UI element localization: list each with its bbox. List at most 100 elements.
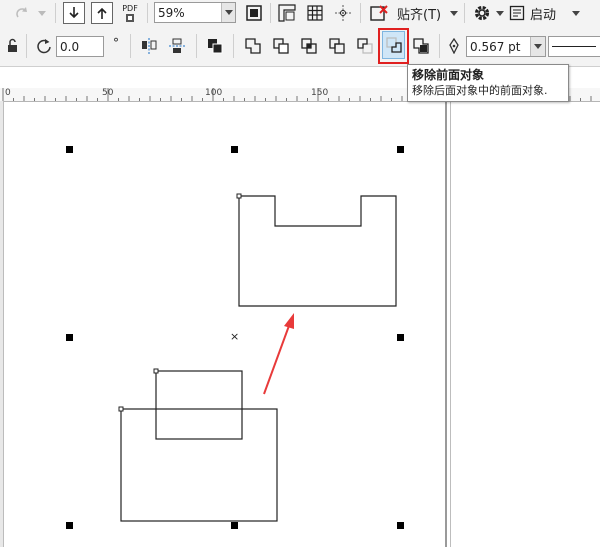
create-boundary-button[interactable]	[410, 35, 432, 57]
weld-icon	[245, 38, 261, 54]
annotation-arrow-head	[284, 313, 294, 329]
selection-handle-middle-left[interactable]	[66, 334, 73, 341]
show-guidelines-button[interactable]	[332, 2, 354, 24]
separator	[439, 34, 440, 58]
highlight-frame	[378, 28, 409, 64]
chevron-down-icon	[534, 44, 542, 49]
snap-off-icon	[370, 5, 388, 21]
grid-icon	[307, 5, 323, 21]
tooltip-description: 移除后面对象中的前面对象.	[412, 84, 548, 97]
boundary-icon	[413, 38, 429, 54]
selection-handle-top-right[interactable]	[397, 146, 404, 153]
publish-pdf-button[interactable]: PDF	[119, 1, 141, 25]
redo-icon	[16, 7, 27, 18]
full-screen-icon	[246, 5, 262, 21]
mirror-horizontal-icon	[142, 38, 157, 54]
guidelines-icon	[335, 5, 351, 21]
separator	[360, 3, 361, 23]
show-grid-button[interactable]	[304, 2, 326, 24]
launch-label[interactable]: 启动	[530, 4, 556, 23]
separator	[196, 34, 197, 58]
show-rulers-button[interactable]	[276, 2, 298, 24]
separator	[464, 3, 465, 23]
mirror-vertical-icon	[169, 38, 185, 53]
snap-dropdown-icon[interactable]	[450, 11, 458, 16]
ruler-label-0: 0	[5, 88, 11, 98]
rotation-label	[34, 37, 54, 55]
export-button[interactable]	[91, 2, 113, 24]
selection-handle-bottom-center[interactable]	[231, 522, 238, 529]
tooltip-title: 移除前面对象	[412, 68, 485, 82]
separator	[233, 34, 234, 58]
import-icon	[69, 7, 79, 19]
selection-center-marker[interactable]: ×	[230, 330, 239, 343]
combine-icon	[208, 39, 223, 54]
redo-button[interactable]	[12, 3, 34, 23]
drawing-canvas[interactable]	[0, 101, 600, 547]
simplify-button[interactable]	[326, 35, 348, 57]
separator	[130, 34, 131, 58]
redo-dropdown-icon[interactable]	[38, 11, 46, 16]
trim-icon	[273, 38, 289, 54]
full-screen-button[interactable]	[243, 2, 265, 24]
trim-button[interactable]	[270, 35, 292, 57]
mirror-vertical-button[interactable]	[166, 35, 188, 57]
rotate-icon	[37, 39, 51, 54]
rulers-icon	[278, 4, 296, 22]
separator	[26, 34, 27, 58]
node-handle[interactable]	[153, 368, 159, 374]
result-shape[interactable]	[238, 195, 397, 307]
zoom-dropdown-button[interactable]	[221, 3, 235, 22]
standard-toolbar: PDF 59% 贴齐(T) 启动	[0, 0, 600, 27]
combine-button[interactable]	[204, 35, 226, 57]
separator	[270, 3, 271, 23]
separator	[147, 3, 148, 23]
front-rectangle[interactable]	[155, 370, 243, 440]
chevron-down-icon	[224, 10, 233, 15]
separator	[55, 3, 56, 23]
ruler-label-50: 50	[102, 88, 114, 98]
launch-dropdown-icon[interactable]	[572, 11, 580, 16]
gear-icon	[474, 5, 490, 21]
export-icon	[97, 7, 107, 19]
launcher-icon	[509, 5, 525, 21]
options-dropdown-icon[interactable]	[496, 11, 504, 16]
outline-width-label	[446, 37, 462, 55]
lock-icon	[8, 38, 17, 52]
application-launcher-button[interactable]	[508, 3, 526, 23]
node-handle[interactable]	[118, 406, 124, 412]
snap-off-button[interactable]	[367, 2, 391, 24]
line-style-selector[interactable]	[548, 36, 600, 57]
front-minus-back-button[interactable]	[354, 35, 376, 57]
tooltip: 移除前面对象 移除后面对象中的前面对象.	[407, 64, 569, 102]
selection-handle-middle-right[interactable]	[397, 334, 404, 341]
annotation-arrow	[263, 322, 291, 395]
options-button[interactable]	[471, 2, 493, 24]
front-minus-back-icon	[357, 38, 373, 54]
weld-button[interactable]	[242, 35, 264, 57]
intersect-icon	[301, 38, 317, 54]
node-handle[interactable]	[236, 193, 242, 199]
selection-handle-top-left[interactable]	[66, 146, 73, 153]
selection-handle-top-center[interactable]	[231, 146, 238, 153]
property-bar: 0.0 ° 0.567 pt	[0, 26, 600, 67]
mirror-horizontal-button[interactable]	[138, 35, 160, 57]
snap-to-menu[interactable]: 贴齐(T)	[397, 4, 441, 23]
pen-nib-icon	[449, 38, 459, 54]
intersect-button[interactable]	[298, 35, 320, 57]
back-rectangle[interactable]	[120, 408, 278, 522]
pdf-icon	[126, 13, 134, 22]
selection-handle-bottom-right[interactable]	[397, 522, 404, 529]
zoom-level-value: 59%	[158, 5, 185, 20]
outline-width-dropdown-button[interactable]	[530, 37, 545, 56]
import-button[interactable]	[63, 2, 85, 24]
selection-handle-bottom-left[interactable]	[66, 522, 73, 529]
ruler-label-100: 100	[205, 88, 223, 98]
rotation-angle-input[interactable]: 0.0	[56, 36, 104, 57]
simplify-icon	[329, 38, 345, 54]
rotation-angle-value: 0.0	[60, 39, 80, 54]
ruler-label-150: 150	[311, 88, 329, 98]
lock-ratio-button[interactable]	[4, 36, 22, 56]
outline-width-value: 0.567 pt	[470, 39, 521, 54]
line-style-preview	[552, 46, 596, 47]
